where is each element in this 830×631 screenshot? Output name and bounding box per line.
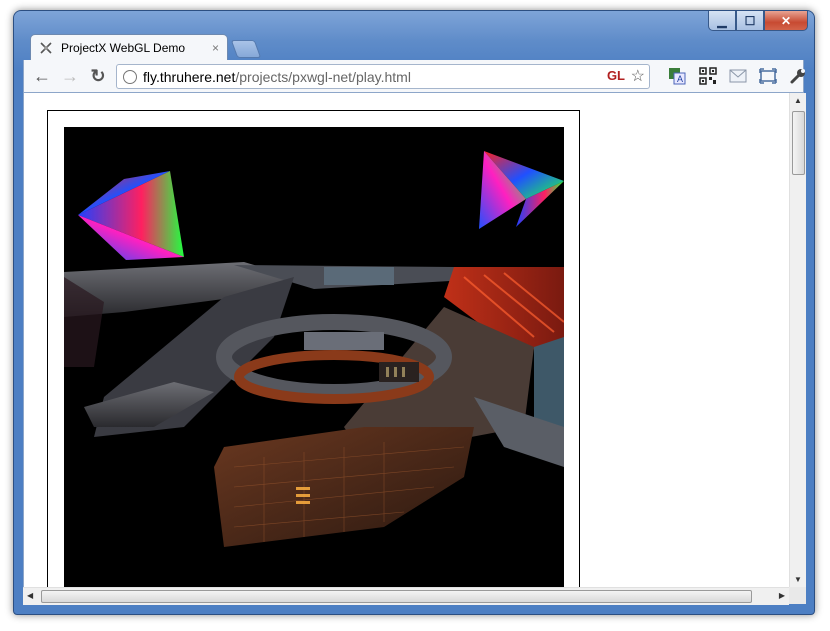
- tab-title: ProjectX WebGL Demo: [61, 41, 186, 55]
- new-tab-button[interactable]: [230, 40, 262, 58]
- webgl-badge[interactable]: GL: [607, 68, 625, 83]
- scroll-down-arrow-icon[interactable]: ▼: [794, 575, 802, 584]
- webgl-canvas[interactable]: [64, 127, 564, 587]
- tab-close-icon[interactable]: ×: [212, 41, 219, 55]
- svg-text:A: A: [677, 74, 683, 84]
- canvas-frame: [47, 110, 580, 587]
- reload-button[interactable]: ↻: [86, 65, 110, 87]
- url-text: fly.thruhere.net/projects/pxwgl-net/play…: [143, 69, 411, 85]
- browser-window: ▁ ☐ ✕ ProjectX WebGL Demo × ← → ↻ fly.th…: [13, 10, 815, 615]
- address-bar[interactable]: fly.thruhere.net/projects/pxwgl-net/play…: [116, 64, 650, 89]
- scroll-corner: [789, 587, 806, 604]
- close-window-button[interactable]: ✕: [764, 11, 808, 31]
- toolbar: ← → ↻ fly.thruhere.net/projects/pxwgl-ne…: [23, 60, 805, 93]
- tab-strip: ProjectX WebGL Demo ×: [23, 34, 813, 61]
- scene-render: [64, 151, 564, 547]
- vertical-scroll-thumb[interactable]: [792, 111, 805, 175]
- vertical-scrollbar[interactable]: ▲ ▼: [789, 93, 806, 587]
- page-favicon-icon: [39, 41, 53, 55]
- horizontal-scrollbar[interactable]: ◀ ▶: [23, 587, 789, 605]
- url-path: /projects/pxwgl-net/play.html: [235, 68, 411, 85]
- scroll-up-arrow-icon[interactable]: ▲: [794, 96, 802, 105]
- url-host: fly.thruhere.net: [143, 68, 236, 85]
- page-content: [23, 93, 790, 587]
- maximize-button[interactable]: ☐: [736, 11, 764, 31]
- pyramid-left: [78, 171, 184, 260]
- horizontal-scroll-thumb[interactable]: [41, 590, 752, 603]
- fullscreen-icon[interactable]: [758, 66, 778, 86]
- back-button[interactable]: ←: [30, 65, 54, 87]
- mail-icon[interactable]: [728, 66, 748, 86]
- qr-code-icon[interactable]: [698, 66, 718, 86]
- translate-icon[interactable]: A: [667, 66, 687, 86]
- tab-projectx[interactable]: ProjectX WebGL Demo ×: [30, 34, 228, 61]
- scroll-left-arrow-icon[interactable]: ◀: [27, 591, 33, 600]
- pyramid-right: [479, 151, 564, 229]
- minimize-button[interactable]: ▁: [708, 11, 736, 31]
- wrench-icon[interactable]: [788, 66, 808, 86]
- scroll-right-arrow-icon[interactable]: ▶: [779, 591, 785, 600]
- bookmark-star-icon[interactable]: ☆: [631, 66, 645, 86]
- window-controls: ▁ ☐ ✕: [708, 11, 808, 31]
- globe-icon: [123, 69, 137, 84]
- forward-button[interactable]: →: [58, 65, 82, 87]
